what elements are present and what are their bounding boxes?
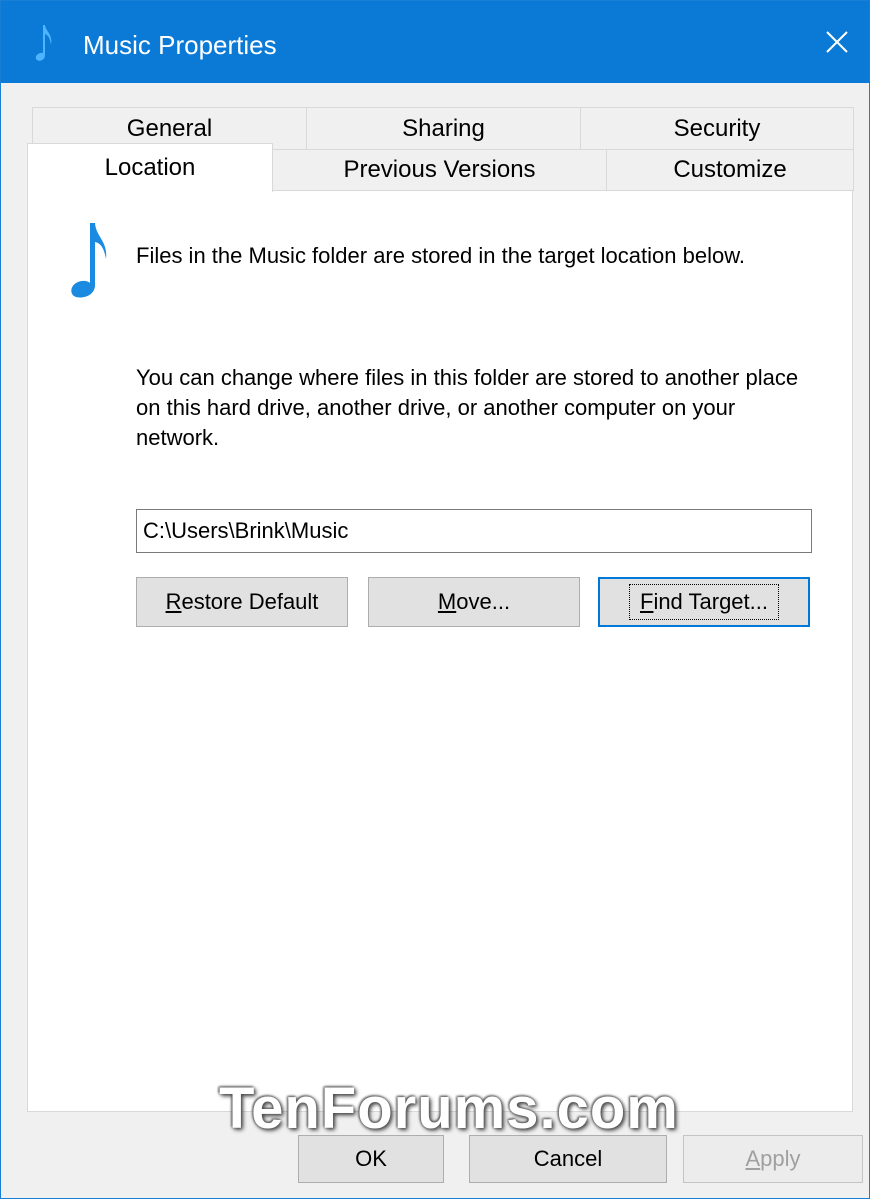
change-location-description: You can change where files in this folde…: [136, 365, 799, 450]
window-title: Music Properties: [83, 30, 277, 60]
music-note-icon: [71, 223, 107, 298]
move-button[interactable]: Move...: [368, 577, 580, 627]
find-target-button[interactable]: Find Target...: [598, 577, 810, 627]
tab-panel-location: Files in the Music folder are stored in …: [27, 190, 853, 1112]
properties-dialog: Music Properties General Sharing Securit…: [0, 0, 870, 1199]
location-description: Files in the Music folder are stored in …: [136, 243, 745, 268]
close-button[interactable]: [805, 1, 869, 83]
apply-button[interactable]: Apply: [683, 1135, 863, 1183]
close-icon: [826, 31, 848, 53]
tab-previous-versions[interactable]: Previous Versions: [272, 149, 607, 191]
tab-security[interactable]: Security: [580, 107, 854, 151]
cancel-button[interactable]: Cancel: [469, 1135, 667, 1183]
ok-button[interactable]: OK: [298, 1135, 444, 1183]
tab-sharing[interactable]: Sharing: [306, 107, 581, 151]
restore-default-button[interactable]: Restore Default: [136, 577, 348, 627]
title-bar: Music Properties: [1, 1, 869, 83]
site-watermark: TenForums.com: [219, 1076, 679, 1141]
location-path-field[interactable]: [136, 509, 812, 553]
tab-location[interactable]: Location: [27, 143, 273, 192]
music-note-icon: [35, 25, 52, 61]
tab-customize[interactable]: Customize: [606, 149, 854, 191]
